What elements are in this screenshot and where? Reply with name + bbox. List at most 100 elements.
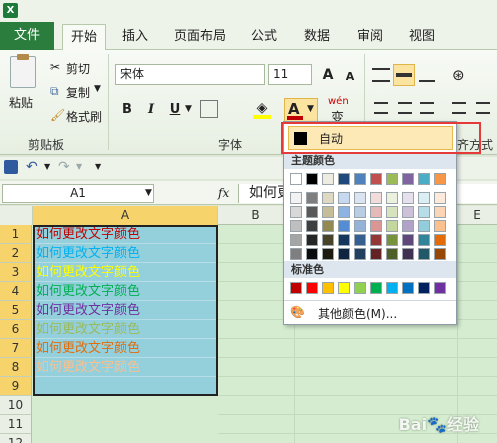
color-swatch[interactable]: [386, 220, 398, 232]
cell-a[interactable]: 如何更改文字颜色: [33, 263, 218, 282]
cell-a[interactable]: 如何更改文字颜色: [33, 358, 218, 377]
paste-icon[interactable]: [10, 54, 36, 88]
color-swatch[interactable]: [386, 192, 398, 204]
tab-page-layout[interactable]: 页面布局: [168, 24, 232, 50]
color-swatch[interactable]: [418, 248, 430, 260]
color-swatch[interactable]: [306, 206, 318, 218]
color-swatch[interactable]: [370, 206, 382, 218]
color-swatch[interactable]: [434, 220, 446, 232]
color-swatch[interactable]: [418, 206, 430, 218]
color-swatch[interactable]: [338, 173, 350, 185]
cell-a[interactable]: 如何更改文字颜色: [33, 339, 218, 358]
tab-data[interactable]: 数据: [297, 24, 337, 50]
color-swatch[interactable]: [418, 220, 430, 232]
row-header[interactable]: 11: [0, 415, 32, 434]
color-swatch[interactable]: [434, 192, 446, 204]
color-swatch[interactable]: [306, 234, 318, 246]
color-swatch[interactable]: [370, 192, 382, 204]
tab-file[interactable]: 文件: [0, 22, 54, 50]
paste-button[interactable]: 粘贴: [9, 94, 33, 111]
color-swatch[interactable]: [418, 173, 430, 185]
color-swatch[interactable]: [370, 220, 382, 232]
color-swatch[interactable]: [434, 173, 446, 185]
format-painter-button[interactable]: 格式刷: [66, 108, 102, 125]
color-swatch[interactable]: [434, 206, 446, 218]
color-swatch[interactable]: [290, 282, 302, 294]
color-swatch[interactable]: [418, 282, 430, 294]
align-top-icon[interactable]: [372, 68, 390, 82]
align-left-icon[interactable]: [374, 102, 388, 114]
save-icon[interactable]: [4, 160, 18, 174]
color-swatch[interactable]: [322, 248, 334, 260]
color-swatch[interactable]: [354, 248, 366, 260]
tab-review[interactable]: 审阅: [350, 24, 390, 50]
customize-qat-icon[interactable]: ▼: [95, 162, 101, 171]
fill-color-icon[interactable]: ◈: [253, 100, 271, 119]
color-swatch[interactable]: [338, 248, 350, 260]
row-header[interactable]: 7: [0, 339, 32, 358]
cell-a[interactable]: 如何更改文字颜色: [33, 244, 218, 263]
color-swatch[interactable]: [386, 206, 398, 218]
color-swatch[interactable]: [290, 234, 302, 246]
name-box-dropdown-icon[interactable]: ▼: [145, 188, 152, 198]
color-swatch[interactable]: [338, 206, 350, 218]
color-swatch[interactable]: [402, 220, 414, 232]
row-header[interactable]: 1: [0, 225, 32, 244]
row-header[interactable]: 12: [0, 434, 32, 443]
color-swatch[interactable]: [370, 234, 382, 246]
tab-insert[interactable]: 插入: [115, 24, 155, 50]
color-swatch[interactable]: [434, 282, 446, 294]
color-swatch[interactable]: [322, 220, 334, 232]
color-swatch[interactable]: [322, 206, 334, 218]
align-center-icon[interactable]: [398, 102, 412, 114]
row-header[interactable]: 3: [0, 263, 32, 282]
row-header[interactable]: 2: [0, 244, 32, 263]
more-colors-item[interactable]: 其他颜色(M)...: [318, 305, 397, 322]
decrease-indent-icon[interactable]: [452, 102, 466, 114]
color-swatch[interactable]: [290, 220, 302, 232]
color-swatch[interactable]: [434, 234, 446, 246]
color-swatch[interactable]: [418, 234, 430, 246]
color-swatch[interactable]: [306, 248, 318, 260]
font-color-dropdown-icon[interactable]: ▼: [307, 104, 314, 114]
color-swatch[interactable]: [402, 192, 414, 204]
color-swatch[interactable]: [402, 206, 414, 218]
color-swatch[interactable]: [306, 173, 318, 185]
font-color-button[interactable]: A ▼: [284, 98, 318, 122]
color-swatch[interactable]: [386, 173, 398, 185]
orientation-icon[interactable]: ⊛: [452, 66, 465, 84]
color-swatch[interactable]: [290, 192, 302, 204]
undo-dropdown-icon[interactable]: ▼: [44, 162, 50, 171]
cut-button[interactable]: 剪切: [66, 60, 90, 77]
color-swatch[interactable]: [322, 234, 334, 246]
color-swatch[interactable]: [322, 173, 334, 185]
color-swatch[interactable]: [354, 282, 366, 294]
color-swatch[interactable]: [354, 206, 366, 218]
color-swatch[interactable]: [354, 173, 366, 185]
shrink-font-button[interactable]: A: [340, 67, 360, 87]
borders-icon[interactable]: [200, 100, 218, 118]
color-swatch[interactable]: [322, 282, 334, 294]
italic-button[interactable]: I: [141, 100, 161, 120]
cell-a[interactable]: 如何更改文字颜色: [33, 225, 218, 244]
insert-function-button[interactable]: fx: [218, 186, 229, 200]
name-box[interactable]: A1: [2, 184, 154, 203]
color-swatch[interactable]: [306, 220, 318, 232]
color-swatch[interactable]: [322, 192, 334, 204]
color-swatch[interactable]: [386, 248, 398, 260]
color-swatch[interactable]: [370, 282, 382, 294]
color-swatch[interactable]: [402, 173, 414, 185]
copy-button[interactable]: 复制: [66, 84, 90, 101]
color-swatch[interactable]: [290, 206, 302, 218]
color-swatch[interactable]: [338, 220, 350, 232]
row-header[interactable]: 5: [0, 301, 32, 320]
align-middle-icon[interactable]: [393, 64, 415, 86]
cell-a[interactable]: 如何更改文字颜色: [33, 301, 218, 320]
color-swatch[interactable]: [434, 248, 446, 260]
color-swatch[interactable]: [306, 282, 318, 294]
font-name-combo[interactable]: 宋体: [115, 64, 265, 85]
color-swatch[interactable]: [418, 192, 430, 204]
row-header[interactable]: 8: [0, 358, 32, 377]
align-bottom-icon[interactable]: [419, 68, 435, 82]
select-all-corner[interactable]: [0, 206, 33, 225]
